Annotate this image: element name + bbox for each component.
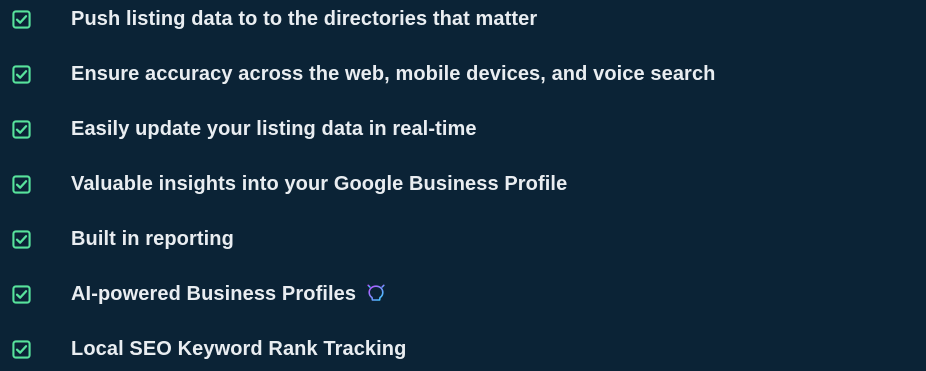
check-icon [12,9,31,29]
check-icon [12,119,31,139]
feature-label: AI-powered Business Profiles [71,282,357,305]
feature-item-built-in-reporting: Built in reporting [12,224,234,254]
feature-label: Built in reporting [71,227,234,250]
lightbulb-icon [364,281,388,307]
check-icon [12,284,31,304]
feature-item-push-listing: Push listing data to to the directories … [12,4,537,34]
feature-label: Local SEO Keyword Rank Tracking [71,337,407,360]
feature-item-ensure-accuracy: Ensure accuracy across the web, mobile d… [12,59,716,89]
feature-item-easily-update: Easily update your listing data in real-… [12,114,477,144]
feature-item-local-seo: Local SEO Keyword Rank Tracking [12,334,406,364]
feature-label: Easily update your listing data in real-… [71,117,477,140]
check-icon [12,229,31,249]
feature-item-valuable-insights: Valuable insights into your Google Busin… [12,169,567,199]
feature-item-ai-powered: AI-powered Business Profiles [12,279,391,309]
check-icon [12,174,31,194]
feature-label: Valuable insights into your Google Busin… [71,172,568,195]
feature-label: Ensure accuracy across the web, mobile d… [71,62,716,85]
check-icon [12,64,31,84]
check-icon [12,339,31,359]
feature-label: Push listing data to to the directories … [71,7,538,30]
